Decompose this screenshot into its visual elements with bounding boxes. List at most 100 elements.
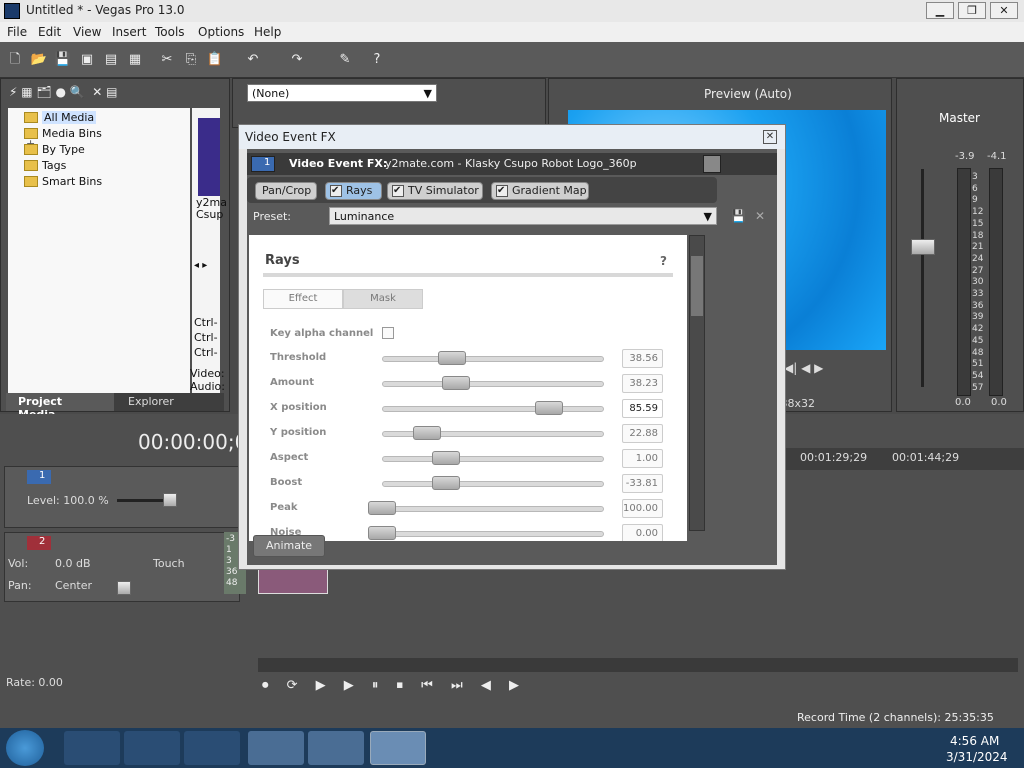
new-icon[interactable]: 🗋: [6, 51, 24, 69]
param-value-field[interactable]: 38.56: [622, 349, 663, 368]
key-alpha-checkbox[interactable]: [382, 327, 394, 339]
scroll-arrows[interactable]: ◂ ▸: [194, 260, 207, 271]
tab-explorer[interactable]: Explorer: [128, 395, 174, 408]
param-slider-track[interactable]: [382, 406, 604, 412]
timeline-scrollbar[interactable]: [258, 658, 1018, 672]
copy-icon[interactable]: ⎘: [182, 51, 200, 69]
param-slider-track[interactable]: [382, 481, 604, 487]
param-slider-thumb[interactable]: [368, 526, 396, 540]
master-fader-thumb[interactable]: [911, 239, 935, 255]
preview-quality[interactable]: Preview (Auto): [704, 87, 792, 101]
ie-taskbar-icon[interactable]: [64, 731, 120, 765]
checkbox-icon[interactable]: [496, 183, 508, 199]
minimize-button[interactable]: ▁: [926, 2, 954, 19]
param-slider-thumb[interactable]: [368, 501, 396, 515]
param-value-field[interactable]: 22.88: [622, 424, 663, 443]
media-thumbnail[interactable]: [198, 118, 220, 196]
vegas-taskbar-icon[interactable]: [370, 731, 426, 765]
tree-item-all-media[interactable]: All Media: [24, 111, 97, 124]
plugin-scroll-thumb[interactable]: [691, 256, 703, 316]
checkbox-icon[interactable]: [330, 183, 342, 199]
param-slider-thumb[interactable]: [432, 476, 461, 490]
start-button[interactable]: [6, 730, 44, 766]
help-pointer-icon[interactable]: ?: [368, 51, 386, 69]
plugin-divider: [263, 273, 673, 277]
tab-project-media[interactable]: Project Media: [6, 393, 114, 421]
render-as-icon[interactable]: ✎: [336, 51, 354, 69]
pan-slider[interactable]: [117, 581, 131, 595]
animate-button[interactable]: Animate: [253, 535, 325, 557]
param-slider-track[interactable]: [382, 356, 604, 362]
chain-pan-crop[interactable]: Pan/Crop: [255, 182, 317, 200]
param-value-field[interactable]: -33.81: [622, 474, 663, 493]
video-track-header[interactable]: 1 Level: 100.0 %: [4, 466, 240, 528]
param-slider-track[interactable]: [382, 381, 604, 387]
app-taskbar-icon[interactable]: [184, 731, 240, 765]
dialog-title: Video Event FX: [245, 130, 336, 144]
delete-preset-icon[interactable]: ✕: [755, 209, 765, 223]
timeline-clip[interactable]: [258, 568, 328, 594]
preset-dropdown[interactable]: Luminance ▼: [329, 207, 717, 225]
param-slider-thumb[interactable]: [534, 401, 563, 415]
param-row: Aspect 1.00: [249, 446, 687, 471]
maximize-button[interactable]: ❐: [958, 2, 986, 19]
chain-rays[interactable]: Rays: [325, 182, 382, 200]
param-slider-track[interactable]: [382, 506, 604, 512]
param-value-field[interactable]: 38.23: [622, 374, 663, 393]
undo-icon[interactable]: ↶: [244, 51, 262, 69]
fx-preset-dropdown[interactable]: (None) ▼: [247, 84, 437, 102]
param-value-field[interactable]: 1.00: [622, 449, 663, 468]
plugin-scrollbar[interactable]: [689, 235, 705, 531]
save-preset-icon[interactable]: 💾: [731, 209, 746, 223]
firefox-taskbar-icon[interactable]: [124, 731, 180, 765]
param-slider-thumb[interactable]: [437, 351, 466, 365]
param-slider-track[interactable]: [382, 531, 604, 537]
plugin-help-icon[interactable]: ?: [660, 254, 667, 268]
menu-tools[interactable]: Tools: [155, 25, 185, 39]
param-value-field[interactable]: 0.00: [622, 524, 663, 541]
vol-label: Vol:: [8, 557, 29, 570]
properties-icon[interactable]: ▦: [126, 51, 144, 69]
render-icon[interactable]: ▤: [102, 51, 120, 69]
tree-item-smart-bins[interactable]: Smart Bins: [24, 175, 102, 188]
video-level-slider[interactable]: [163, 493, 177, 507]
audio-track-header[interactable]: 2 Touch Vol: 0.0 dB Pan: Center: [4, 532, 240, 602]
tab-mask[interactable]: Mask: [343, 289, 423, 309]
transport-controls[interactable]: ⏺ ⟳ ▶ ▶ ⏸ ⏹ ⏮ ⏭ ◀ ▶: [262, 678, 742, 700]
save-as-icon[interactable]: ▣: [78, 51, 96, 69]
param-slider-thumb[interactable]: [412, 426, 441, 440]
redo-icon[interactable]: ↷: [288, 51, 306, 69]
meter-scale-label: 42: [972, 324, 984, 335]
param-slider-thumb[interactable]: [432, 451, 461, 465]
dialog-close-button[interactable]: ✕: [763, 130, 777, 144]
save-icon[interactable]: 💾: [54, 51, 72, 69]
menu-insert[interactable]: Insert: [112, 25, 146, 39]
param-value-field[interactable]: 85.59: [622, 399, 663, 418]
chain-tv-simulator[interactable]: TV Simulator: [387, 182, 483, 200]
open-icon[interactable]: 📂: [30, 51, 48, 69]
menu-file[interactable]: File: [7, 25, 27, 39]
tree-item-by-type[interactable]: By Type: [24, 143, 85, 156]
fx-layout-button[interactable]: [703, 155, 721, 173]
checkbox-icon[interactable]: [392, 183, 404, 199]
menu-view[interactable]: View: [73, 25, 101, 39]
media-taskbar-icon[interactable]: [308, 731, 364, 765]
preview-transport[interactable]: ◀| ◀ ▶: [784, 361, 823, 375]
cut-icon[interactable]: ✂: [158, 51, 176, 69]
chevron-down-icon: ▼: [703, 210, 712, 223]
param-value-field[interactable]: 100.00: [622, 499, 663, 518]
param-slider-thumb[interactable]: [441, 376, 470, 390]
menu-help[interactable]: Help: [254, 25, 281, 39]
automation-touch[interactable]: Touch: [153, 557, 185, 570]
explorer-taskbar-icon[interactable]: [248, 731, 304, 765]
close-button[interactable]: ✕: [990, 2, 1018, 19]
tree-item-tags[interactable]: Tags: [24, 159, 66, 172]
menu-edit[interactable]: Edit: [38, 25, 61, 39]
tree-item-media-bins[interactable]: Media Bins: [24, 127, 102, 140]
menu-options[interactable]: Options: [198, 25, 244, 39]
tab-effect[interactable]: Effect: [263, 289, 343, 309]
folder-icon: [24, 112, 38, 123]
paste-icon[interactable]: 📋: [206, 51, 224, 69]
param-slider-track[interactable]: [382, 456, 604, 462]
chain-gradient-map[interactable]: Gradient Map: [491, 182, 589, 200]
